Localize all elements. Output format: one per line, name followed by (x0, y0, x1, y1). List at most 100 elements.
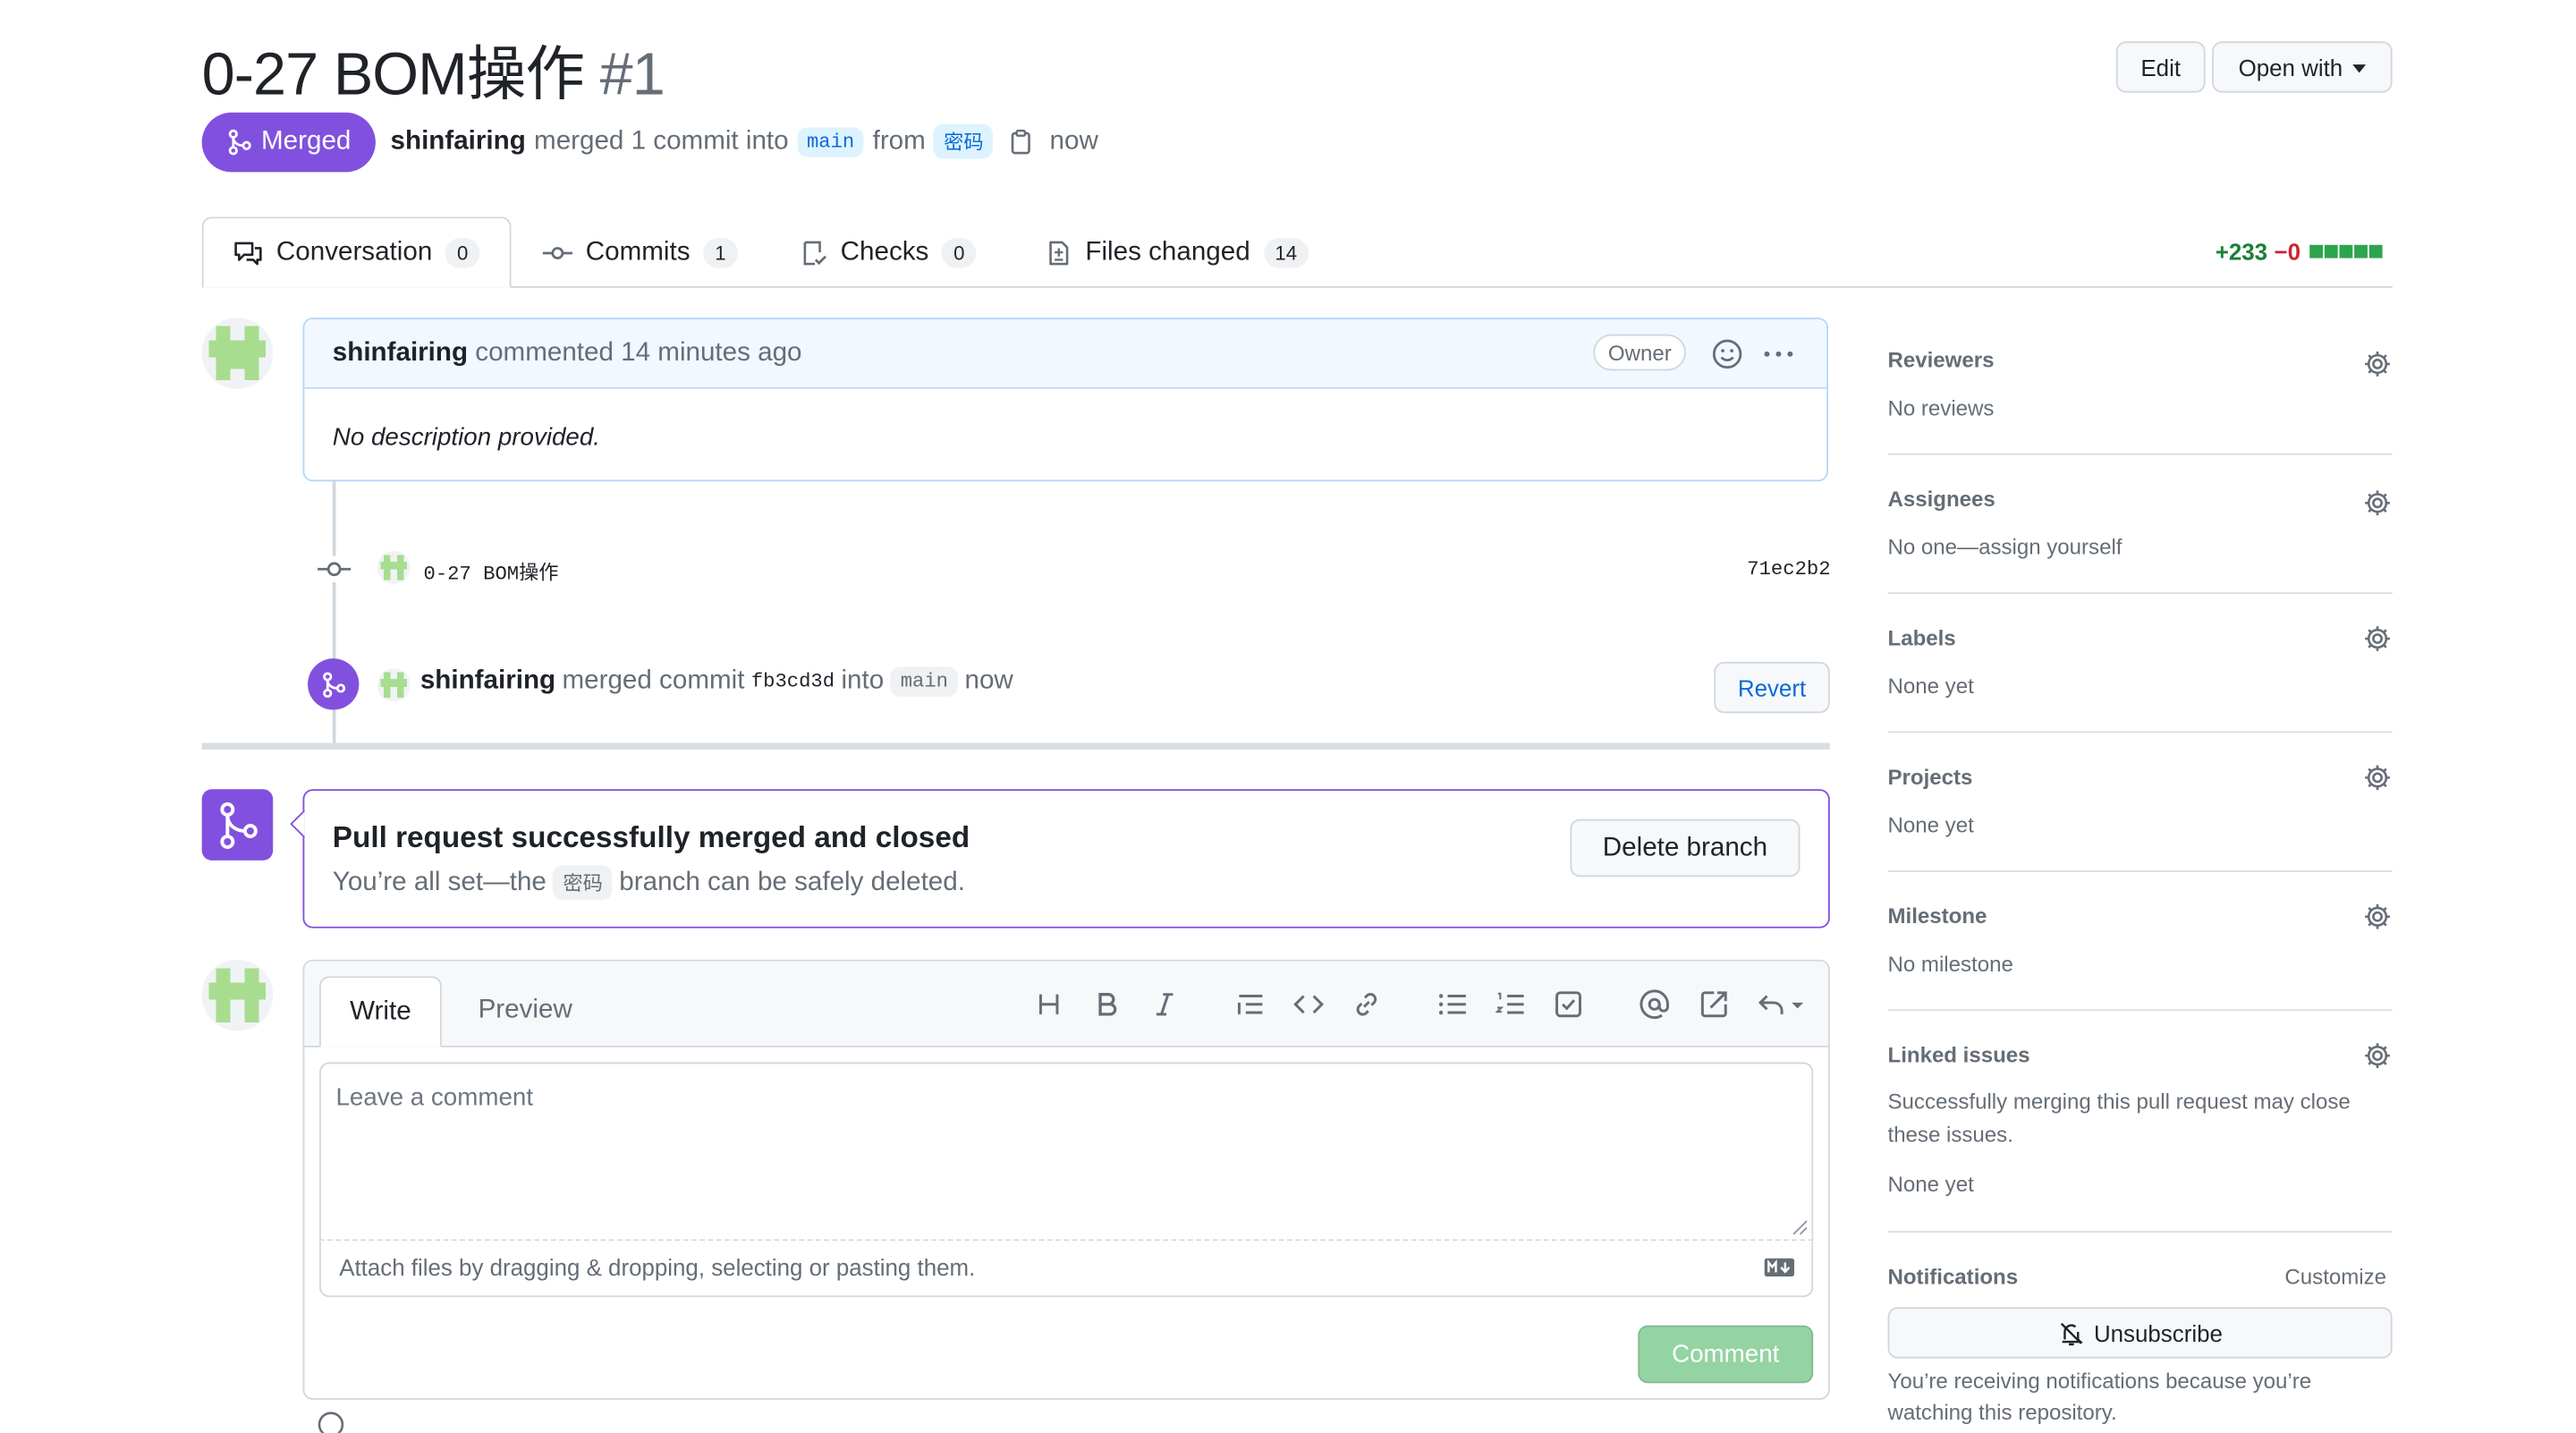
status-label: Merged (261, 127, 352, 156)
mention-icon[interactable] (1638, 988, 1671, 1021)
avatar[interactable] (377, 550, 411, 584)
page-title: 0-27 BOM操作 #1 (202, 27, 665, 113)
merged-box-title: Pull request successfully merged and clo… (332, 820, 970, 854)
bold-icon[interactable] (1090, 988, 1123, 1021)
gear-icon[interactable] (2362, 623, 2392, 653)
italic-icon[interactable] (1148, 988, 1182, 1021)
gear-icon[interactable] (2362, 349, 2392, 378)
avatar[interactable] (201, 318, 274, 389)
link-icon[interactable] (1350, 988, 1383, 1021)
bell-slash-icon (2060, 1321, 2083, 1345)
comment-author[interactable]: shinfairing (333, 339, 468, 367)
merge-event-author[interactable]: shinfairing (420, 666, 555, 696)
code-icon[interactable] (1292, 988, 1326, 1021)
markdown-icon[interactable] (1764, 1258, 1795, 1277)
merged-sub-prefix: You’re all set—the (332, 868, 547, 896)
merged-branch[interactable]: 密码 (553, 865, 613, 901)
unordered-list-icon[interactable] (1436, 988, 1470, 1021)
merge-text: merged 1 commit into (534, 126, 789, 155)
git-merge-icon (228, 129, 251, 156)
git-commit-icon (542, 246, 572, 259)
edit-button[interactable]: Edit (2115, 41, 2206, 93)
smiley-icon[interactable] (1711, 337, 1744, 370)
base-branch[interactable]: main (796, 126, 865, 157)
open-with-button[interactable]: Open with (2212, 41, 2393, 93)
next-timeline-icon (318, 1412, 344, 1433)
linked-issues-title[interactable]: Linked issues (1888, 1042, 2030, 1067)
comment-body: No description provided. (332, 423, 601, 452)
git-merge-icon (322, 671, 345, 698)
kebab-horizontal-icon[interactable] (1760, 337, 1797, 370)
owner-badge: Owner (1593, 334, 1687, 371)
resize-handle-icon[interactable] (1792, 1219, 1808, 1235)
commit-sha[interactable]: 71ec2b2 (1747, 557, 1830, 581)
sidebar-divider (1887, 1231, 2393, 1234)
tab-files-changed[interactable]: Files changed 14 (1046, 216, 1309, 288)
sidebar-divider (1887, 453, 2393, 455)
tab-label: Commits (585, 237, 691, 266)
tab-write[interactable]: Write (318, 976, 442, 1047)
tab-counter: 0 (942, 237, 977, 267)
comment-textarea[interactable]: Leave a comment (318, 1062, 1814, 1242)
tab-counter: 0 (445, 237, 480, 267)
open-with-label: Open with (2238, 54, 2343, 81)
gear-icon[interactable] (2362, 902, 2392, 931)
comment-submit-button[interactable]: Comment (1638, 1325, 1814, 1384)
delete-branch-button[interactable]: Delete branch (1570, 818, 1801, 878)
merged-box-arrow (290, 810, 305, 837)
cross-reference-icon[interactable] (1698, 988, 1731, 1021)
head-branch[interactable]: 密码 (934, 123, 994, 159)
avatar[interactable] (377, 668, 411, 702)
tasklist-icon[interactable] (1552, 988, 1585, 1021)
assignees-value[interactable]: No one—assign yourself (1888, 534, 2123, 559)
assignees-title[interactable]: Assignees (1888, 487, 1996, 512)
notifications-title: Notifications (1887, 1264, 2019, 1289)
gear-icon[interactable] (2362, 763, 2392, 793)
labels-value: None yet (1887, 673, 1974, 699)
sidebar-divider (1887, 1009, 2393, 1012)
file-diff-icon (1049, 240, 1069, 265)
quote-icon[interactable] (1234, 988, 1267, 1021)
linked-issues-desc-line2: these issues. (1887, 1122, 2013, 1147)
gear-icon[interactable] (2362, 1040, 2392, 1070)
avatar[interactable] (201, 959, 274, 1031)
reviewers-value: No reviews (1887, 395, 1995, 420)
merge-event-branch[interactable]: main (890, 666, 959, 697)
attach-files[interactable]: Attach files by dragging & dropping, sel… (318, 1241, 1814, 1298)
deletions-count: −0 (2274, 238, 2301, 265)
tab-label: Files changed (1085, 237, 1250, 266)
milestone-title[interactable]: Milestone (1888, 903, 1987, 928)
heading-icon[interactable] (1032, 988, 1065, 1021)
tab-label: Conversation (275, 237, 433, 266)
commit-message[interactable]: 0-27 BOM操作 (424, 557, 559, 586)
projects-title[interactable]: Projects (1888, 765, 1973, 790)
unsubscribe-label: Unsubscribe (2093, 1319, 2223, 1346)
milestone-value: No milestone (1887, 951, 2013, 977)
comment-action: commented 14 minutes ago (475, 339, 802, 368)
customize-link[interactable]: Customize (2284, 1264, 2386, 1289)
unsubscribe-button[interactable]: Unsubscribe (1887, 1307, 2393, 1359)
merge-commit-sha[interactable]: fb3cd3d (751, 670, 835, 693)
tab-checks[interactable]: Checks 0 (801, 216, 977, 288)
tab-commits[interactable]: Commits 1 (542, 216, 738, 288)
tab-label: Checks (840, 237, 929, 266)
tab-preview[interactable]: Preview (479, 996, 572, 1026)
diffstat: +233 −0 (2216, 238, 2382, 265)
projects-value: None yet (1887, 812, 1974, 837)
merge-event-time: now (964, 666, 1013, 695)
tab-conversation[interactable]: Conversation 0 (201, 216, 512, 288)
revert-button[interactable]: Revert (1714, 661, 1830, 714)
pr-number: #1 (599, 39, 665, 108)
labels-title[interactable]: Labels (1888, 625, 1956, 650)
reply-icon[interactable] (1756, 988, 1809, 1021)
merge-event-text: shinfairing merged commit fb3cd3d into m… (420, 666, 1013, 697)
ordered-list-icon[interactable] (1494, 988, 1527, 1021)
comment-discussion-icon (234, 241, 262, 265)
copy-icon[interactable] (1008, 128, 1035, 155)
reviewers-title[interactable]: Reviewers (1888, 347, 1995, 372)
from-text: from (872, 126, 926, 155)
merge-event-label: merged commit (562, 666, 745, 695)
gear-icon[interactable] (2362, 488, 2392, 518)
author-link[interactable]: shinfairing (391, 127, 526, 157)
triangle-down-icon (2352, 64, 2367, 73)
